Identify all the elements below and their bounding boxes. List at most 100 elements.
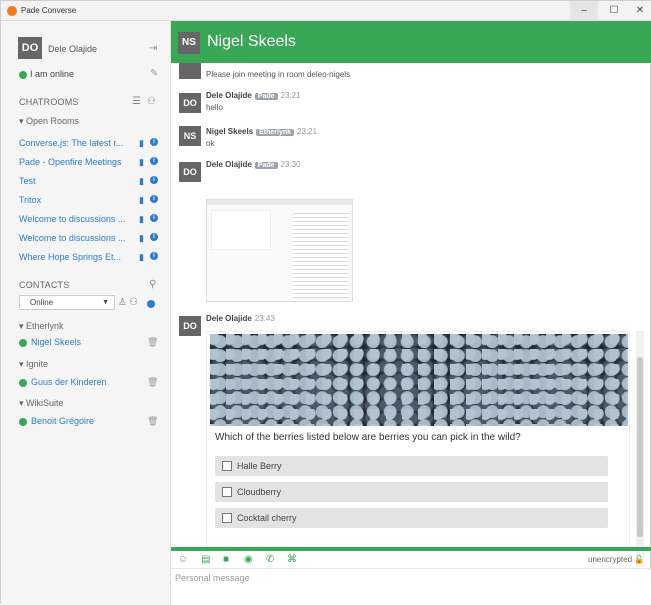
bookmark-icon[interactable]: ▮: [139, 176, 144, 187]
room-item[interactable]: Test ▮ i: [19, 176, 161, 190]
berries-image: [210, 334, 628, 426]
message-text: hello: [206, 103, 223, 112]
scrollbar-thumb[interactable]: [637, 357, 643, 537]
contact-group-toggle[interactable]: ▾ Ignite: [19, 359, 48, 370]
message-author: Dele Olajide Pade 23:21: [206, 91, 301, 100]
group-label: WikiSuite: [26, 398, 64, 408]
app-window: Pade Converse – ☐ ✕ DO Dele Olajide ⇥ I …: [0, 0, 651, 605]
add-contact-icon[interactable]: ⚲: [149, 279, 156, 290]
group-label: Etherlynk: [26, 321, 64, 331]
paperclip-icon[interactable]: ⌘: [287, 554, 297, 565]
room-item[interactable]: Where Hope Springs Et... ▮ i: [19, 252, 161, 266]
avatar: DO: [179, 316, 201, 336]
filter-icon[interactable]: [147, 300, 155, 308]
trash-icon[interactable]: 🗑: [147, 377, 158, 388]
room-name: Tritox: [19, 195, 42, 205]
poll-option[interactable]: Cocktail cherry: [215, 508, 608, 528]
contact-item[interactable]: Guus der Kinderen 🗑: [19, 377, 161, 391]
phone-icon[interactable]: ✆: [266, 554, 274, 565]
contact-group-toggle[interactable]: ▾ Etherlynk: [19, 321, 64, 332]
status-select[interactable]: Online ▼: [19, 295, 115, 310]
encryption-status[interactable]: unencrypted 🔓: [588, 555, 644, 564]
trash-icon[interactable]: 🗑: [147, 337, 158, 348]
eye-icon[interactable]: ◉: [244, 554, 253, 565]
message-author: Dele Olajide 23:43: [206, 314, 275, 323]
message-time: 23:21: [280, 91, 301, 100]
author-name: Dele Olajide: [206, 160, 252, 169]
info-icon[interactable]: i: [150, 252, 158, 260]
author-name: Dele Olajide: [206, 91, 252, 100]
window-title: Pade Converse: [21, 6, 77, 15]
chat-panel: NS Nigel Skeels Please join meeting in r…: [171, 21, 651, 605]
info-icon[interactable]: i: [150, 176, 158, 184]
info-icon[interactable]: i: [150, 214, 158, 222]
contact-item[interactable]: Benoit Grégoire 🗑: [19, 416, 161, 430]
avatar: DO: [18, 37, 42, 59]
video-icon[interactable]: ■: [223, 554, 229, 565]
unlock-icon: 🔓: [634, 555, 645, 564]
info-icon[interactable]: i: [150, 157, 158, 165]
bookmark-icon[interactable]: ▮: [139, 157, 144, 168]
close-button[interactable]: ✕: [626, 1, 651, 21]
avatar: [179, 63, 201, 79]
bookmark-icon[interactable]: ▮: [139, 138, 144, 149]
author-name: Nigel Skeels: [206, 127, 254, 136]
contact-name: Guus der Kinderen: [31, 377, 107, 387]
message-text: ok: [206, 139, 215, 148]
logout-icon[interactable]: ⇥: [149, 43, 157, 54]
group-label: Open Rooms: [26, 116, 80, 126]
room-name: Welcome to discussions ...: [19, 233, 126, 243]
option-label: Cocktail cherry: [237, 513, 297, 523]
sidebar: DO Dele Olajide ⇥ I am online ✎ CHATROOM…: [1, 21, 171, 605]
group-label: Ignite: [26, 359, 49, 369]
presence-status[interactable]: I am online: [19, 69, 74, 79]
user-icon[interactable]: ♙: [118, 297, 127, 308]
info-icon[interactable]: i: [150, 138, 158, 146]
file-icon[interactable]: ▤: [201, 554, 210, 565]
checkbox[interactable]: [222, 513, 232, 523]
role-badge: Pade: [254, 93, 278, 100]
bookmark-icon[interactable]: ▮: [139, 233, 144, 244]
screenshot-thumbnail[interactable]: [206, 199, 353, 302]
room-item[interactable]: Tritox ▮ i: [19, 195, 161, 209]
trash-icon[interactable]: 🗑: [147, 416, 158, 427]
open-rooms-toggle[interactable]: ▾ Open Rooms: [19, 116, 79, 127]
checkbox[interactable]: [222, 461, 232, 471]
message-text: Please join meeting in room deleo-nigels: [206, 70, 351, 79]
info-icon[interactable]: i: [150, 195, 158, 203]
composer-toolbar: ☺ ▤ ■ ◉ ✆ ⌘ unencrypted 🔓: [171, 551, 651, 569]
edit-status-icon[interactable]: ✎: [150, 68, 158, 79]
bookmark-icon[interactable]: ▮: [139, 195, 144, 206]
minimize-button[interactable]: –: [570, 1, 598, 21]
app-logo-icon: [7, 6, 17, 16]
message-author: Dele Olajide Pade 23:30: [206, 160, 301, 169]
group-icon[interactable]: ⚇: [129, 297, 138, 308]
contact-name: Benoit Grégoire: [31, 416, 95, 426]
bookmark-icon[interactable]: ▮: [139, 252, 144, 263]
room-item[interactable]: Welcome to discussions ... ▮ i: [19, 233, 161, 247]
add-room-icon[interactable]: ⚇: [147, 96, 156, 107]
room-item[interactable]: Converse.js: The latest r... ▮ i: [19, 138, 161, 152]
online-status-icon: [19, 417, 27, 426]
poll-question: Which of the berries listed below are be…: [215, 432, 521, 443]
room-name: Test: [19, 176, 36, 186]
message-time: 23:43: [254, 314, 275, 323]
scrollbar[interactable]: [636, 331, 644, 567]
poll-option[interactable]: Cloudberry: [215, 482, 608, 502]
checkbox[interactable]: [222, 487, 232, 497]
info-icon[interactable]: i: [150, 233, 158, 241]
message-input[interactable]: Personal message: [171, 570, 651, 605]
room-item[interactable]: Pade - Openfire Meetings ▮ i: [19, 157, 161, 171]
contact-group-toggle[interactable]: ▾ WikiSuite: [19, 398, 64, 409]
contact-item[interactable]: Nigel Skeels 🗑: [19, 337, 161, 351]
room-item[interactable]: Welcome to discussions ... ▮ i: [19, 214, 161, 228]
room-list-icon[interactable]: ☰: [132, 96, 141, 107]
emoji-icon[interactable]: ☺: [178, 554, 188, 565]
online-status-icon: [19, 378, 27, 387]
message-time: 23:30: [280, 160, 301, 169]
maximize-button[interactable]: ☐: [600, 1, 628, 21]
poll-option[interactable]: Halle Berry: [215, 456, 608, 476]
thumbnail-text: [293, 210, 349, 298]
avatar: NS: [178, 32, 200, 54]
bookmark-icon[interactable]: ▮: [139, 214, 144, 225]
